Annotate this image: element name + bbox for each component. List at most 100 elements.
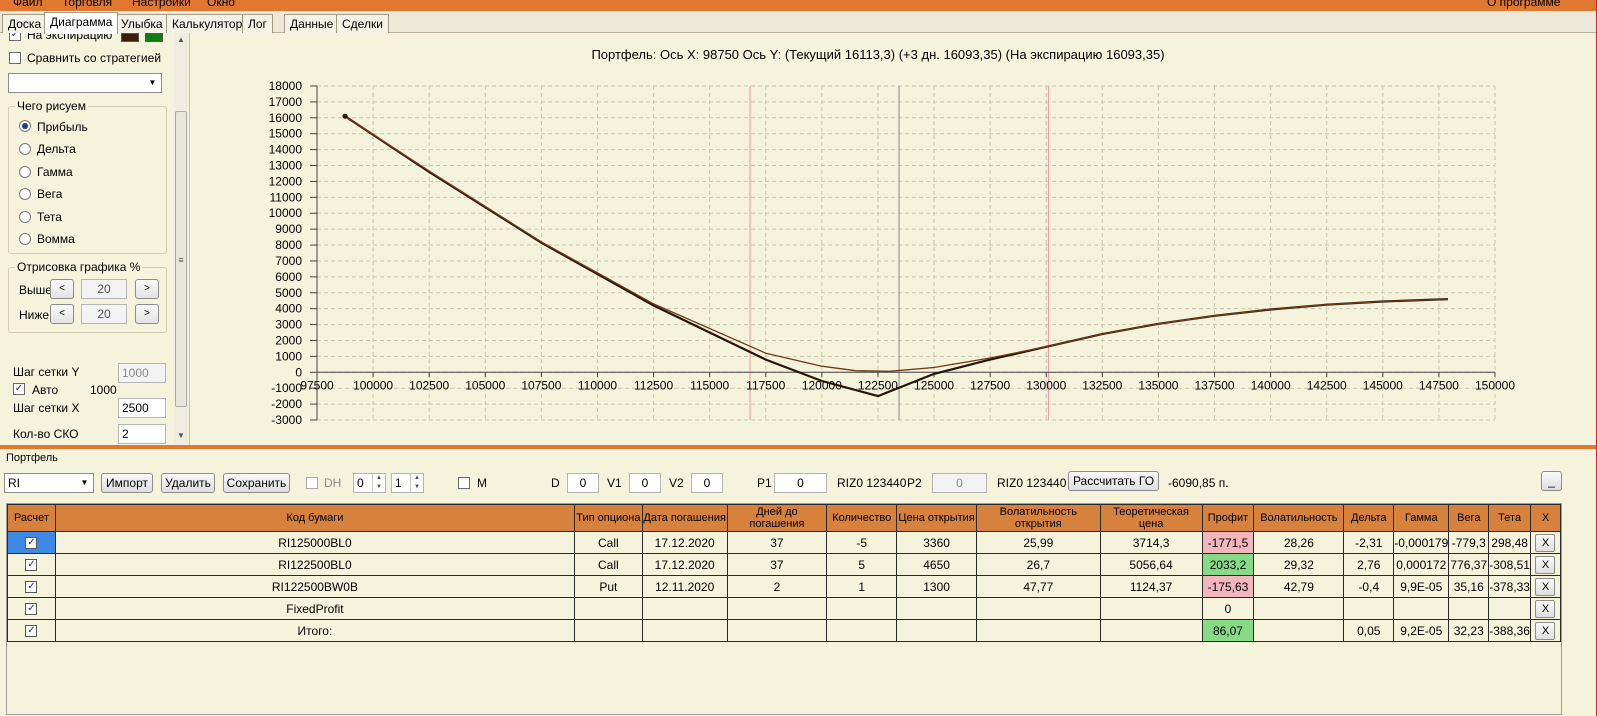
cell-qty[interactable]: 1 <box>826 575 898 598</box>
column-header-days[interactable]: Дней до погашения <box>726 504 828 532</box>
compare-strategy-checkbox[interactable] <box>9 52 21 64</box>
above-decrease-button[interactable]: < <box>50 279 74 299</box>
tab-smile[interactable]: Улыбка <box>115 14 169 33</box>
column-header-calc[interactable]: Расчет <box>7 504 56 532</box>
delete-row-button[interactable]: X <box>1535 577 1556 596</box>
column-header-type[interactable]: Тип опциона <box>573 504 643 532</box>
scroll-up-icon[interactable]: ▲ <box>174 35 188 44</box>
cell-qty[interactable]: -5 <box>826 531 898 554</box>
p2-instrument: RIZ0 123440 <box>997 476 1067 490</box>
radio-profit[interactable] <box>19 120 31 132</box>
column-header-delta[interactable]: Дельта <box>1343 504 1395 532</box>
below-increase-button[interactable]: > <box>135 304 159 324</box>
column-header-code[interactable]: Код бумаги <box>54 504 575 532</box>
below-decrease-button[interactable]: < <box>50 304 74 324</box>
calc-checkbox[interactable]: ✓ <box>25 603 38 616</box>
m-checkbox[interactable] <box>458 477 470 489</box>
chevron-down-icon[interactable]: ▼ <box>76 474 93 492</box>
column-header-gamma[interactable]: Гамма <box>1393 504 1450 532</box>
delete-row-button[interactable]: X <box>1535 555 1556 574</box>
cell-qty[interactable]: 5 <box>826 553 898 576</box>
legend-swatch-current[interactable] <box>145 33 163 42</box>
calc-checkbox[interactable]: ✓ <box>25 537 38 550</box>
cell-qty[interactable] <box>826 597 898 620</box>
tab-data[interactable]: Данные <box>284 14 340 33</box>
column-header-theor[interactable]: Теоретическая цена <box>1099 504 1203 532</box>
tab-log[interactable]: Лог <box>242 14 273 33</box>
spinner-arrows-icon[interactable]: ▲ ▼ <box>410 474 423 492</box>
table-row[interactable]: ✓ RI122500BW0B Put 12.11.2020 2 1 1300 47,77 112… <box>7 575 1561 598</box>
radio-delta[interactable] <box>19 143 31 155</box>
y-tick-label: -3000 <box>271 413 302 427</box>
column-header-theta[interactable]: Тета <box>1488 504 1531 532</box>
column-header-open-vol[interactable]: Волатильность открытия <box>975 504 1101 532</box>
menu-trade[interactable]: Торговля <box>62 0 112 9</box>
column-header-delete[interactable]: X <box>1529 504 1561 532</box>
save-button[interactable]: Сохранить <box>223 473 290 493</box>
delete-row-button[interactable]: X <box>1535 533 1556 552</box>
column-header-qty[interactable]: Количество <box>826 504 898 532</box>
table-row[interactable]: ✓ Итого: 86,07 0,05 9,2E-05 32,23 -388,36 X <box>7 619 1561 642</box>
cell-type: Put <box>573 575 643 598</box>
dh-spinner-1[interactable]: 0 ▲ ▼ <box>353 473 386 493</box>
radio-theta[interactable] <box>19 211 31 223</box>
auto-checkbox[interactable]: ✓ <box>13 383 25 395</box>
calc-cell[interactable]: ✓ <box>7 531 56 554</box>
y-tick-label: 11000 <box>270 190 303 204</box>
radio-gamma[interactable] <box>19 166 31 178</box>
above-increase-button[interactable]: > <box>135 279 159 299</box>
radio-vega[interactable] <box>19 188 31 200</box>
menu-window[interactable]: Окно <box>207 0 235 9</box>
menu-about[interactable]: О программе <box>1487 0 1560 9</box>
column-header-vega[interactable]: Вега <box>1448 504 1490 532</box>
column-header-profit[interactable]: Профит <box>1201 504 1255 532</box>
calc-cell[interactable]: ✓ <box>7 575 56 598</box>
menu-file[interactable]: Файл <box>13 0 43 9</box>
tab-deals[interactable]: Сделки <box>336 14 389 33</box>
delete-button[interactable]: Удалить <box>161 473 215 493</box>
column-header-vol[interactable]: Волатильность <box>1253 504 1345 532</box>
delete-row-button[interactable]: X <box>1535 599 1556 618</box>
cell-qty[interactable] <box>826 619 898 642</box>
calc-checkbox[interactable]: ✓ <box>25 559 38 572</box>
v2-input[interactable]: 0 <box>691 473 723 493</box>
column-header-open-price[interactable]: Цена открытия <box>896 504 977 532</box>
ticker-select[interactable]: RI ▼ <box>4 473 94 493</box>
p2-input[interactable]: 0 <box>932 473 987 493</box>
tab-calculator[interactable]: Калькулятор <box>166 14 249 33</box>
p1-input[interactable]: 0 <box>774 473 827 493</box>
panel-scrollbar[interactable]: ▲ ≡ ▼ <box>174 33 188 445</box>
table-row[interactable]: ✓ RI122500BL0 Call 17.12.2020 37 5 4650 26,7 505… <box>7 553 1561 576</box>
sko-input[interactable]: 2 <box>118 424 166 444</box>
chevron-down-icon[interactable]: ▼ <box>144 74 161 92</box>
dh-spinner-2[interactable]: 1 ▲ ▼ <box>391 473 424 493</box>
calc-checkbox[interactable]: ✓ <box>25 625 38 638</box>
tab-board[interactable]: Доска <box>2 14 48 33</box>
calc-cell[interactable]: ✓ <box>7 597 56 620</box>
grid-y-input[interactable]: 1000 <box>118 363 166 383</box>
tab-diagram[interactable]: Диаграмма <box>44 12 119 34</box>
legend-swatch-expiration[interactable] <box>121 33 139 42</box>
minimize-button[interactable]: _ <box>1541 471 1562 491</box>
expiration-checkbox[interactable]: ✓ <box>9 33 21 41</box>
column-header-date[interactable]: Дата погашения <box>641 504 728 532</box>
dh-checkbox[interactable] <box>306 477 318 489</box>
table-row[interactable]: ✓ FixedProfit 0 X <box>7 597 1561 620</box>
spinner-arrows-icon[interactable]: ▲ ▼ <box>372 474 385 492</box>
delete-row-button[interactable]: X <box>1535 621 1556 640</box>
grid-x-input[interactable]: 2500 <box>118 398 166 418</box>
calculate-go-button[interactable]: Рассчитать ГО <box>1068 471 1159 491</box>
dh-spinner-1-value: 0 <box>357 476 364 490</box>
v1-input[interactable]: 0 <box>629 473 661 493</box>
calc-checkbox[interactable]: ✓ <box>25 581 38 594</box>
menu-settings[interactable]: Настройки <box>132 0 191 9</box>
radio-vomma[interactable] <box>19 233 31 245</box>
calc-cell[interactable]: ✓ <box>7 553 56 576</box>
strategy-select[interactable]: ▼ <box>8 73 162 93</box>
calc-cell[interactable]: ✓ <box>7 619 56 642</box>
table-row[interactable]: ✓ RI125000BL0 Call 17.12.2020 37 -5 3360 25,99 3… <box>7 531 1561 554</box>
radio-theta-label: Тета <box>37 210 62 224</box>
import-button[interactable]: Импорт <box>101 473 153 493</box>
scroll-down-icon[interactable]: ▼ <box>174 431 188 440</box>
d-input[interactable]: 0 <box>567 473 599 493</box>
